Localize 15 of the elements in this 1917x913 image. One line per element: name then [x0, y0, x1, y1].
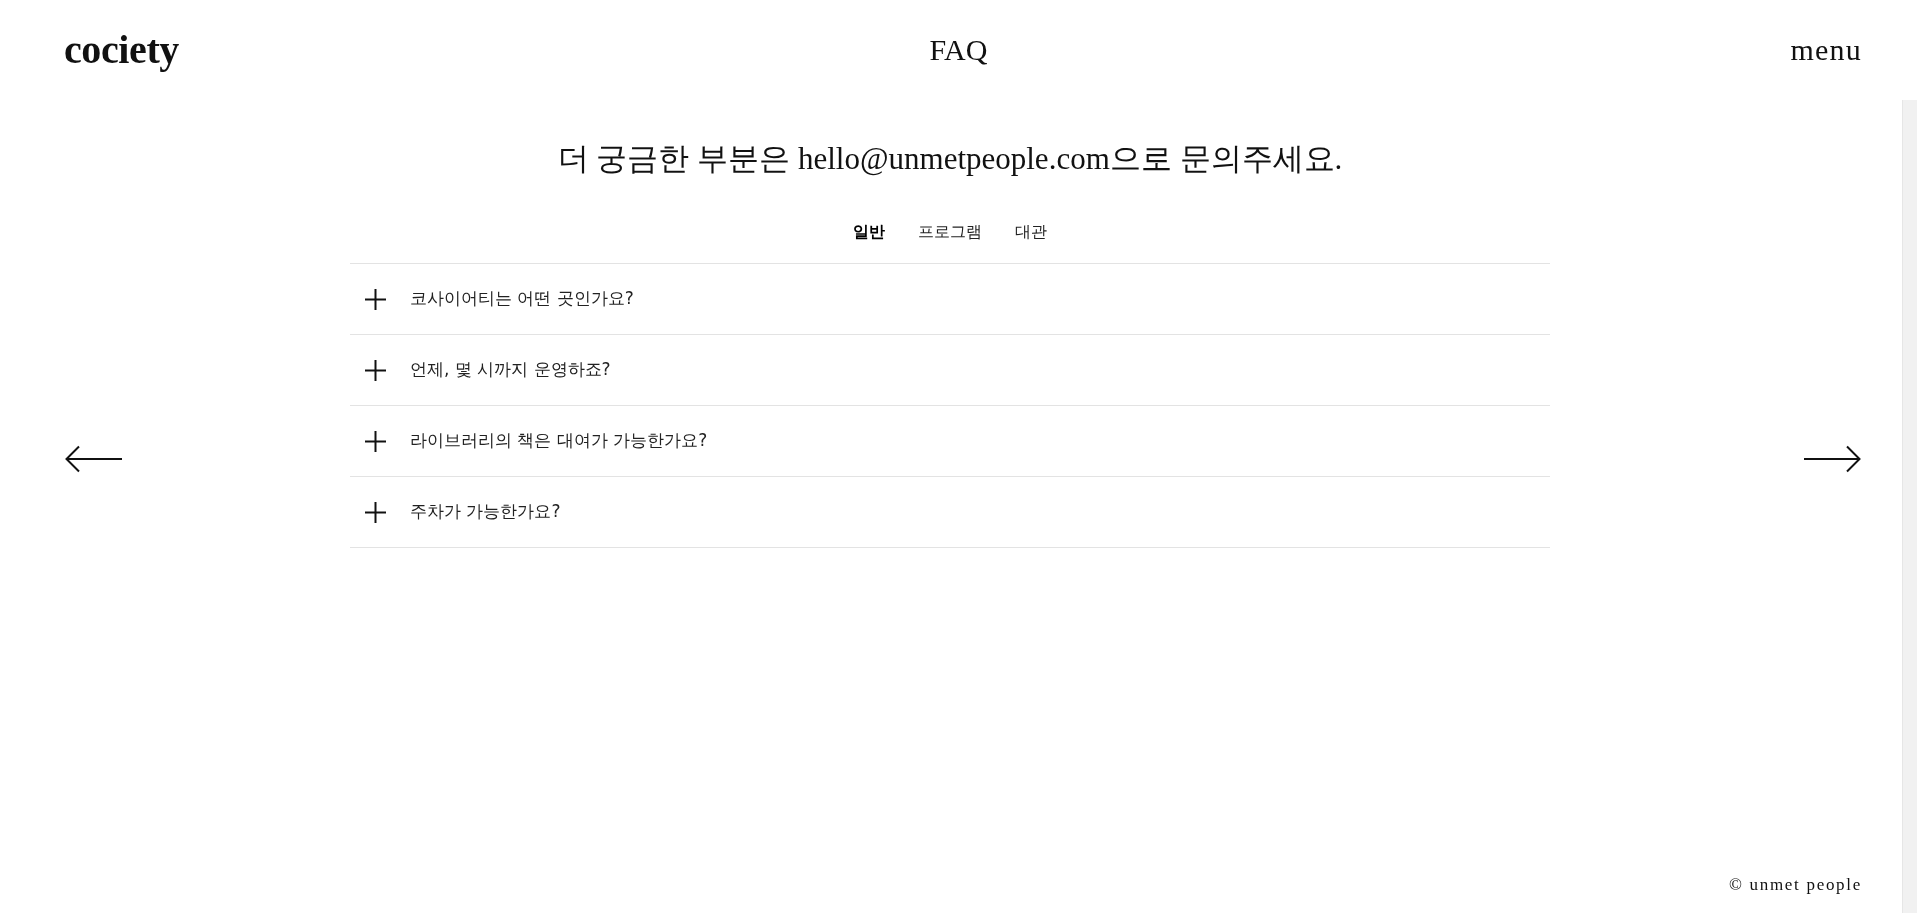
arrow-left-icon[interactable]: [65, 445, 122, 473]
faq-question[interactable]: 언제, 몇 시까지 운영하죠?: [350, 335, 1550, 406]
category-tab[interactable]: 대관: [1015, 220, 1047, 244]
logo[interactable]: cociety: [64, 30, 179, 70]
contact-text: 더 궁금한 부분은 hello@unmetpeople.com으로 문의주세요.: [557, 140, 1343, 178]
category-tab[interactable]: 프로그램: [918, 220, 982, 244]
category-tab[interactable]: 일반: [853, 220, 885, 244]
faq-question[interactable]: 코사이어티는 어떤 곳인가요?: [350, 264, 1550, 335]
scrollbar-track[interactable]: [1902, 100, 1917, 913]
page-title: FAQ: [929, 35, 988, 65]
faq-question[interactable]: 라이브러리의 책은 대여가 가능한가요?: [350, 406, 1550, 477]
menu-button[interactable]: menu: [1790, 35, 1862, 65]
arrow-right-icon[interactable]: [1804, 445, 1861, 473]
copyright-text: © unmet people: [1728, 874, 1862, 896]
faq-question[interactable]: 주차가 가능한가요?: [350, 477, 1550, 548]
